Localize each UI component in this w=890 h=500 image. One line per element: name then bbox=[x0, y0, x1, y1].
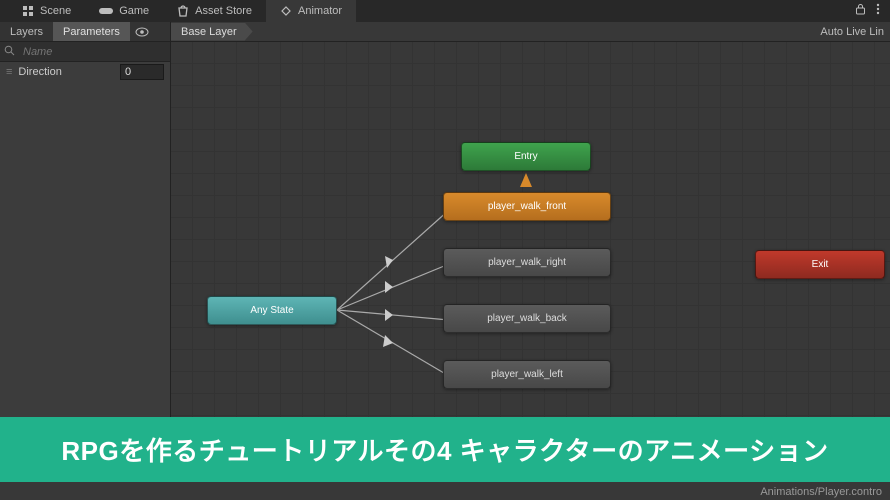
lock-icon[interactable] bbox=[855, 2, 866, 20]
transition-edge[interactable] bbox=[337, 210, 449, 310]
node-exit[interactable]: Exit bbox=[755, 250, 885, 279]
parameter-row[interactable]: ≡ Direction bbox=[0, 62, 170, 82]
editor-tab-bar: Scene Game Asset Store Animator bbox=[0, 0, 890, 22]
node-state[interactable]: player_walk_right bbox=[443, 248, 611, 277]
asset-path-label: Animations/Player.contro bbox=[760, 486, 882, 498]
arrowhead-icon bbox=[385, 281, 393, 293]
node-default-state[interactable]: player_walk_front bbox=[443, 192, 611, 221]
drag-handle-icon[interactable]: ≡ bbox=[6, 66, 12, 78]
animator-canvas[interactable]: Base Layer Auto Live Lin Entry player_wa… bbox=[171, 22, 890, 482]
parameter-search-input[interactable] bbox=[19, 46, 170, 58]
transition-edge[interactable] bbox=[337, 264, 449, 310]
node-any-state[interactable]: Any State bbox=[207, 296, 337, 325]
parameter-name: Direction bbox=[18, 66, 114, 78]
arrowhead-icon bbox=[385, 309, 393, 321]
parameters-tab[interactable]: Parameters bbox=[53, 22, 130, 41]
state-graph[interactable]: Entry player_walk_front player_walk_righ… bbox=[171, 42, 890, 482]
breadcrumb[interactable]: Base Layer bbox=[171, 23, 253, 41]
transition-edge[interactable] bbox=[337, 310, 449, 376]
arrowhead-icon bbox=[385, 256, 393, 268]
arrowhead-icon bbox=[383, 335, 393, 347]
tab-asset-store[interactable]: Asset Store bbox=[163, 0, 266, 22]
parameters-panel: Layers Parameters ≡ Direction bbox=[0, 22, 171, 482]
layers-tab[interactable]: Layers bbox=[0, 22, 53, 41]
tab-scene[interactable]: Scene bbox=[8, 0, 85, 22]
transition-edge[interactable] bbox=[337, 310, 449, 320]
visibility-toggle[interactable] bbox=[130, 22, 154, 41]
tab-label: Scene bbox=[40, 5, 71, 17]
tab-label: Animator bbox=[298, 5, 342, 17]
scene-icon bbox=[22, 5, 34, 17]
parameter-value-input[interactable] bbox=[120, 64, 164, 80]
node-state[interactable]: player_walk_left bbox=[443, 360, 611, 389]
auto-live-link-toggle[interactable]: Auto Live Lin bbox=[820, 26, 890, 38]
game-icon bbox=[99, 6, 113, 16]
search-icon bbox=[0, 43, 19, 61]
node-state[interactable]: player_walk_back bbox=[443, 304, 611, 333]
tab-game[interactable]: Game bbox=[85, 0, 163, 22]
tab-animator[interactable]: Animator bbox=[266, 0, 356, 22]
tab-label: Asset Store bbox=[195, 5, 252, 17]
transition-arrow-icon bbox=[520, 173, 532, 187]
bag-icon bbox=[177, 5, 189, 17]
node-entry[interactable]: Entry bbox=[461, 142, 591, 171]
tab-label: Game bbox=[119, 5, 149, 17]
tutorial-banner: RPGを作るチュートリアルその4 キャラクターのアニメーション bbox=[0, 417, 890, 482]
kebab-menu-icon[interactable] bbox=[876, 2, 880, 20]
animator-icon bbox=[280, 5, 292, 17]
